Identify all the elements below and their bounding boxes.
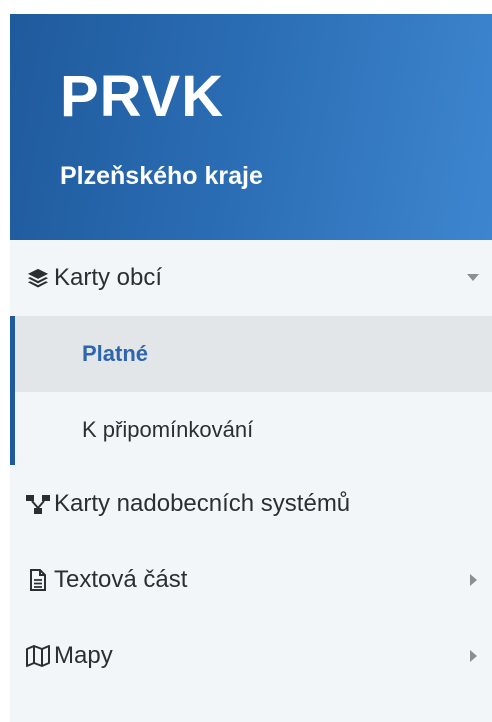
sidebar-item-label: Karty obcí <box>54 264 163 291</box>
sidebar-item-label: Textová část <box>54 566 188 593</box>
app-title[interactable]: PRVK <box>60 62 224 132</box>
submenu-item-k-pripominkovani[interactable]: K připomínkování <box>15 392 492 468</box>
submenu-item-platne[interactable]: Platné <box>15 316 492 392</box>
caret-down-icon <box>466 271 480 285</box>
sidebar-header: PRVK Plzeňského kraje <box>10 14 492 240</box>
app-subtitle: Plzeňského kraje <box>60 162 263 190</box>
document-icon <box>26 568 50 592</box>
sidebar-item-karty-obci[interactable]: Karty obcí <box>10 240 492 316</box>
sidebar: PRVK Plzeňského kraje Karty obcí Platné … <box>10 14 492 722</box>
sidebar-item-mapy[interactable]: Mapy <box>10 618 492 694</box>
sidebar-item-textova-cast[interactable]: Textová část <box>10 542 492 618</box>
network-icon <box>26 492 50 516</box>
layers-icon <box>26 266 50 290</box>
sidebar-item-karty-nadobecnich-systemu[interactable]: Karty nadobecních systémů <box>10 466 492 542</box>
sidebar-item-label: Mapy <box>54 642 113 669</box>
submenu-item-label: K připomínkování <box>82 417 254 442</box>
map-icon <box>26 644 50 668</box>
submenu-item-label: Platné <box>82 341 149 366</box>
caret-right-icon <box>466 649 480 663</box>
sidebar-item-label: Karty nadobecních systémů <box>54 490 351 517</box>
sidebar-menu: Karty obcí Platné K připomínkování Karty… <box>10 240 492 722</box>
caret-right-icon <box>466 573 480 587</box>
